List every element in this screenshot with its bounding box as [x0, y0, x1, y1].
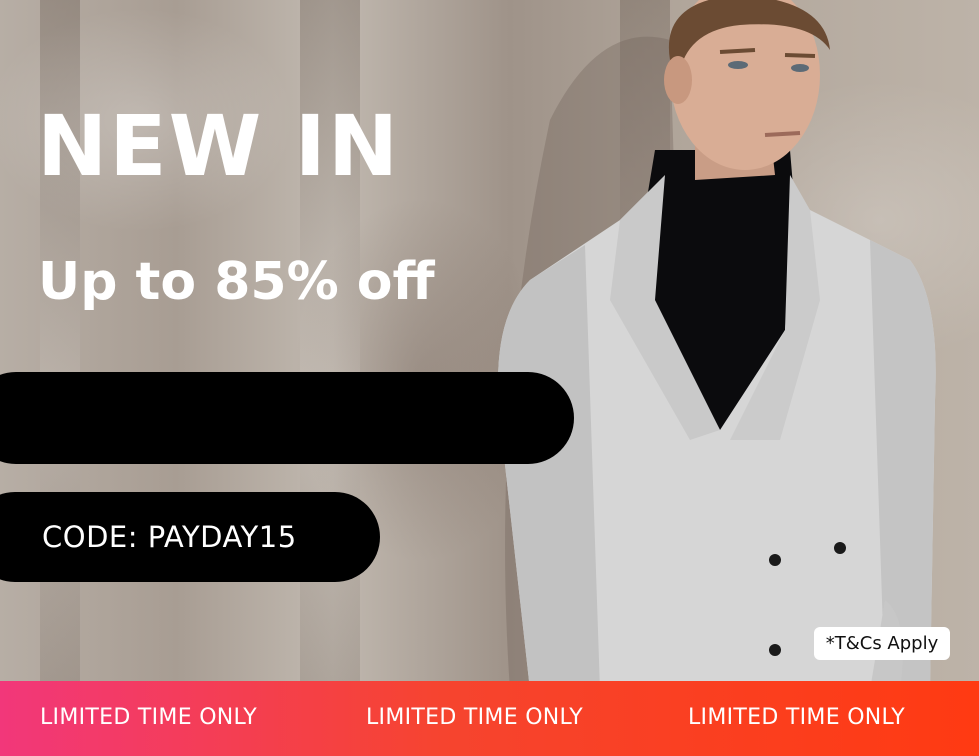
- limited-time-ticker: LIMITED TIME ONLY LIMITED TIME ONLY LIMI…: [0, 681, 979, 756]
- promo-code-label: CODE: PAYDAY15: [42, 520, 297, 554]
- ticker-item: LIMITED TIME ONLY: [688, 705, 905, 730]
- ticker-item: LIMITED TIME ONLY: [40, 705, 257, 730]
- terms-label: *T&Cs Apply: [825, 633, 939, 654]
- ticker-item: LIMITED TIME ONLY: [366, 705, 583, 730]
- discount-subheadline: Up to 85% off: [38, 252, 435, 312]
- black-pill-bar: [0, 372, 574, 464]
- headline: NEW IN: [37, 97, 401, 195]
- terms-badge[interactable]: *T&Cs Apply: [814, 627, 950, 660]
- model-photo: [498, 0, 936, 690]
- promo-code-pill[interactable]: CODE: PAYDAY15: [0, 492, 380, 582]
- promo-banner[interactable]: NEW IN Up to 85% off CODE: PAYDAY15 *T&C…: [0, 0, 979, 756]
